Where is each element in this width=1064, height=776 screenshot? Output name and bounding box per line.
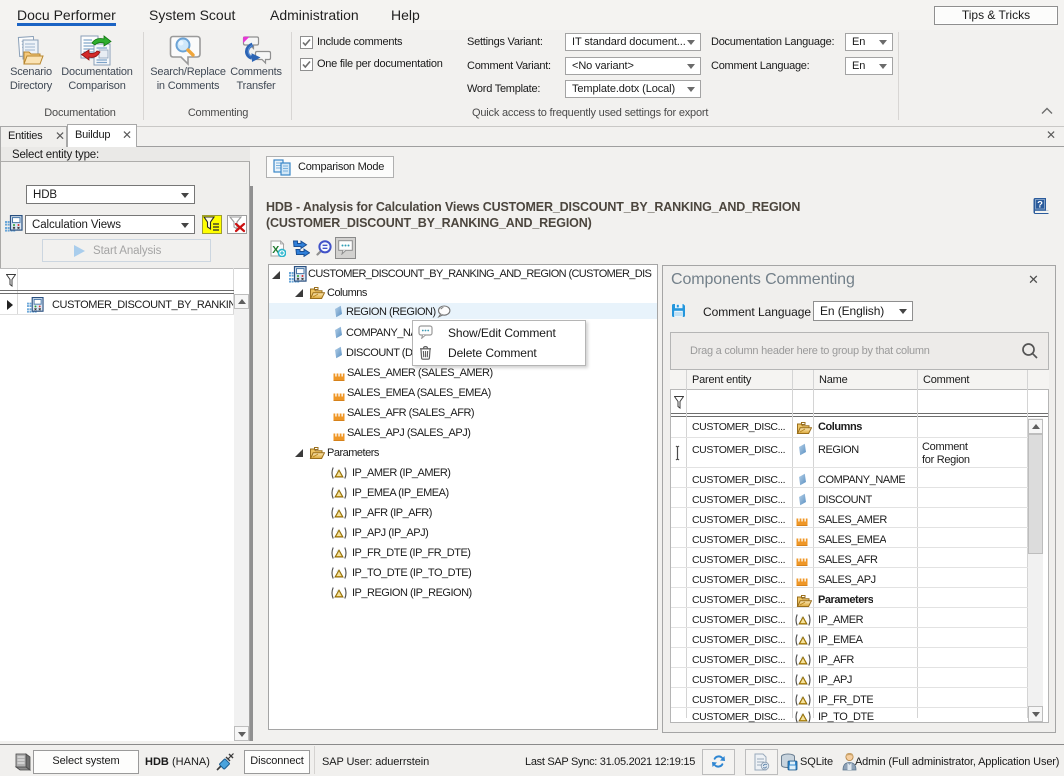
svg-text:?: ? [1037,200,1043,211]
